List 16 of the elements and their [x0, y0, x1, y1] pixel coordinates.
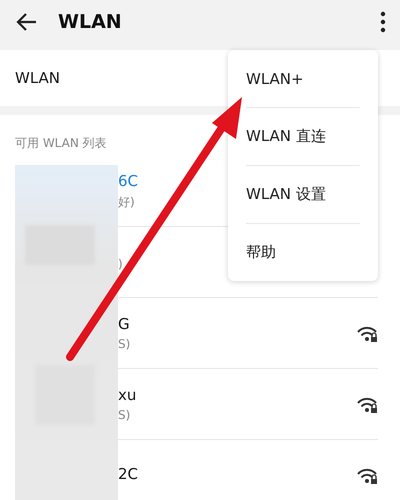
screen-title: WLAN [58, 11, 123, 33]
network-name: 6C [118, 172, 138, 190]
menu-item[interactable]: 帮助 [246, 224, 360, 281]
back-icon[interactable] [16, 11, 38, 33]
network-status: S) [118, 337, 130, 351]
menu-item[interactable]: WLAN 设置 [246, 166, 360, 224]
menu-item[interactable]: WLAN+ [246, 50, 360, 108]
more-menu-icon[interactable] [380, 11, 386, 33]
menu-item[interactable]: WLAN 直连 [246, 108, 360, 166]
network-status: ) [118, 257, 123, 271]
network-name: G [118, 315, 130, 333]
network-name: xu [118, 386, 136, 404]
network-name: 2C [118, 465, 138, 483]
list-heading: 可用 WLAN 列表 [15, 135, 107, 152]
network-status: S) [118, 408, 130, 422]
network-status: 好) [118, 194, 135, 210]
